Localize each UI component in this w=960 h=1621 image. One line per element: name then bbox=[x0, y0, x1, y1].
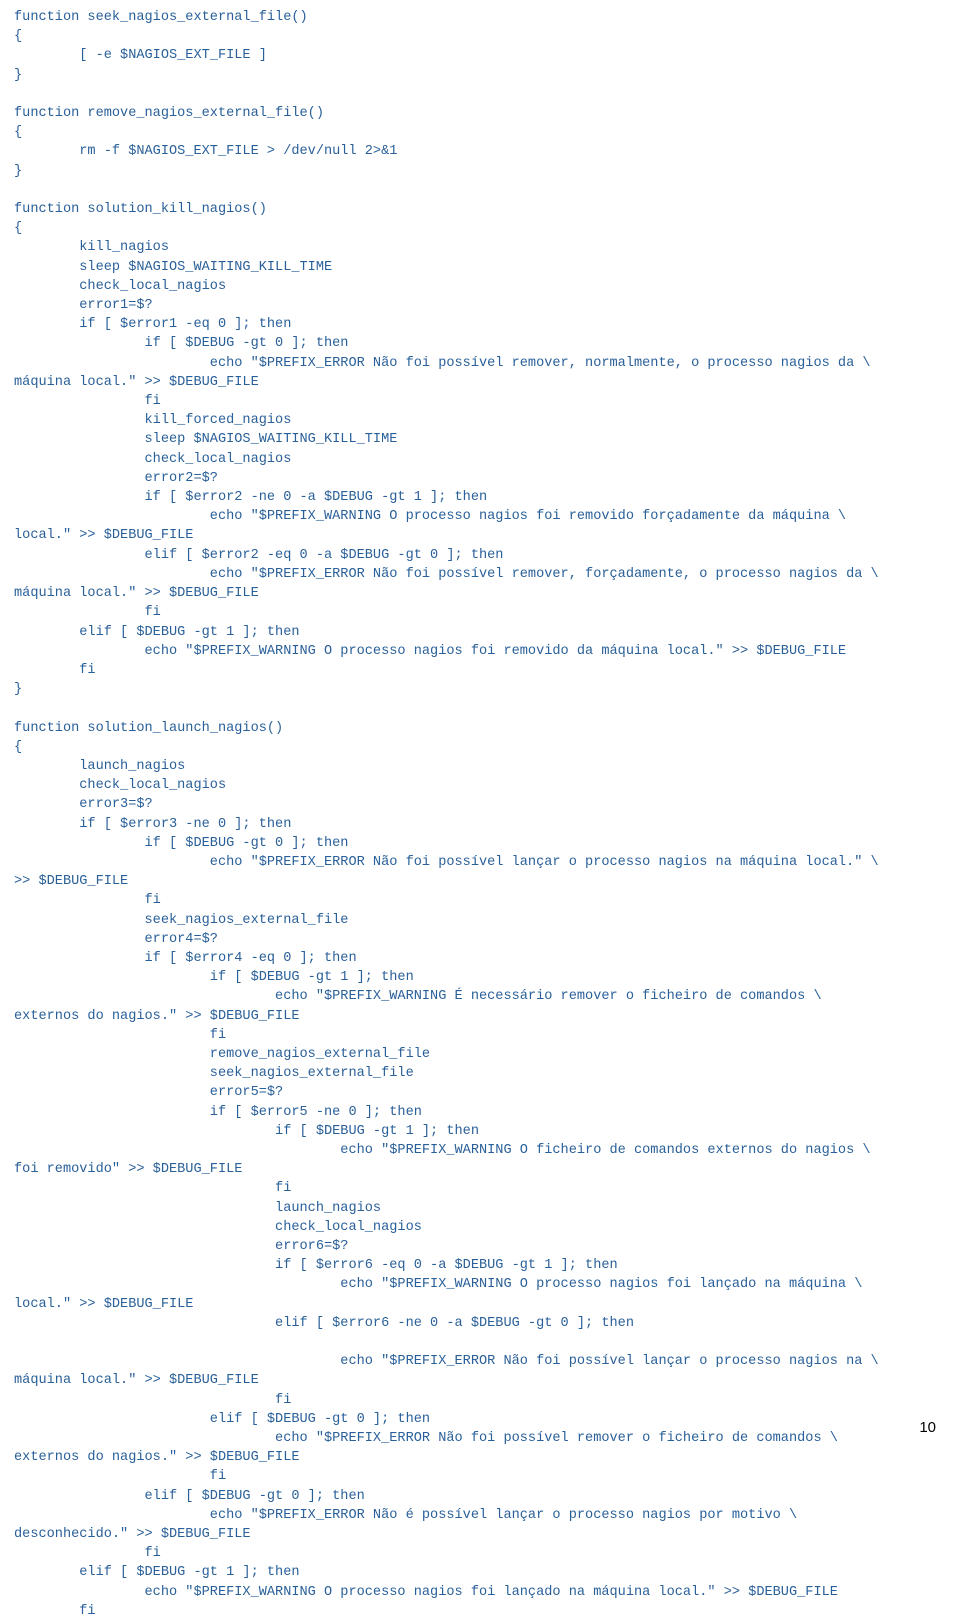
code-block: function seek_nagios_external_file() { [… bbox=[0, 0, 960, 1621]
page-number: 10 bbox=[919, 1418, 936, 1437]
